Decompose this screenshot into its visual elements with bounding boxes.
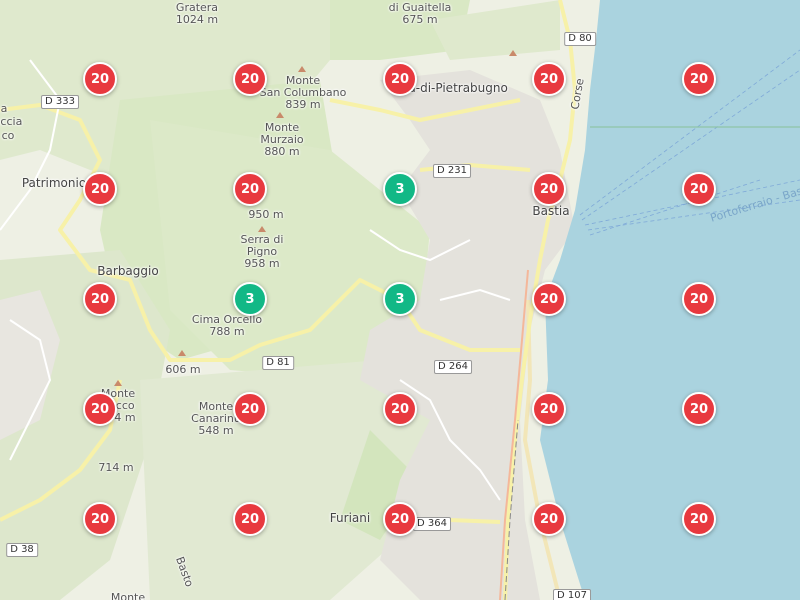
- place-label: Serra di Pigno 958 m: [240, 233, 284, 270]
- place-label: a: [0, 102, 8, 115]
- cluster-marker[interactable]: 20: [383, 62, 417, 96]
- place-label: d-di-Pietrabugno: [408, 81, 508, 95]
- map-canvas[interactable]: Cima di Gratera 1024 m di Guaitella 675 …: [0, 0, 800, 600]
- peak-marker-icon: [258, 226, 266, 232]
- peak-marker-icon: [298, 66, 306, 72]
- place-label: accia: [0, 115, 23, 128]
- road-label: D 38: [6, 543, 38, 557]
- cluster-marker[interactable]: 20: [83, 282, 117, 316]
- cluster-marker[interactable]: 20: [233, 172, 267, 206]
- place-label: 950 m: [248, 208, 284, 221]
- cluster-marker[interactable]: 20: [383, 502, 417, 536]
- cluster-marker[interactable]: 20: [233, 62, 267, 96]
- cluster-marker[interactable]: 3: [383, 282, 417, 316]
- road-label: D 80: [564, 32, 596, 46]
- road-label: D 333: [41, 95, 79, 109]
- cluster-marker[interactable]: 3: [233, 282, 267, 316]
- place-label: Furiani: [329, 511, 371, 525]
- place-label: 606 m: [165, 363, 201, 376]
- place-label: Barbaggio: [97, 264, 159, 278]
- road-label: D 107: [553, 589, 591, 600]
- road-label: D 81: [262, 356, 294, 370]
- cluster-marker[interactable]: 20: [532, 62, 566, 96]
- place-label: Monte: [110, 591, 146, 600]
- cluster-marker[interactable]: 20: [233, 392, 267, 426]
- place-label: di Guaitella 675 m: [388, 1, 452, 26]
- place-label: Patrimonio: [21, 176, 87, 190]
- cluster-marker[interactable]: 20: [532, 392, 566, 426]
- place-label: Monte San Columbano 839 m: [259, 74, 347, 111]
- cluster-marker[interactable]: 20: [83, 62, 117, 96]
- cluster-marker[interactable]: 20: [233, 502, 267, 536]
- cluster-marker[interactable]: 20: [532, 282, 566, 316]
- cluster-marker[interactable]: 3: [383, 172, 417, 206]
- place-label: Cima Orcello 788 m: [191, 313, 263, 338]
- road-label: D 364: [413, 517, 451, 531]
- cluster-marker[interactable]: 20: [532, 172, 566, 206]
- cluster-marker[interactable]: 20: [682, 282, 716, 316]
- cluster-marker[interactable]: 20: [83, 172, 117, 206]
- place-label: Bastia: [532, 204, 570, 218]
- road-label: D 231: [433, 164, 471, 178]
- road-label: D 264: [434, 360, 472, 374]
- peak-marker-icon: [114, 380, 122, 386]
- place-label: co: [1, 129, 15, 142]
- cluster-marker[interactable]: 20: [682, 172, 716, 206]
- cluster-marker[interactable]: 20: [682, 392, 716, 426]
- peak-marker-icon: [509, 50, 517, 56]
- peak-marker-icon: [178, 350, 186, 356]
- cluster-marker[interactable]: 20: [83, 502, 117, 536]
- cluster-marker[interactable]: 20: [83, 392, 117, 426]
- peak-marker-icon: [276, 112, 284, 118]
- place-label: Cima di Gratera 1024 m: [175, 0, 219, 26]
- place-label: Monte Murzaio 880 m: [260, 121, 304, 158]
- cluster-marker[interactable]: 20: [682, 502, 716, 536]
- cluster-marker[interactable]: 20: [682, 62, 716, 96]
- place-label: 714 m: [98, 461, 134, 474]
- cluster-marker[interactable]: 20: [383, 392, 417, 426]
- cluster-marker[interactable]: 20: [532, 502, 566, 536]
